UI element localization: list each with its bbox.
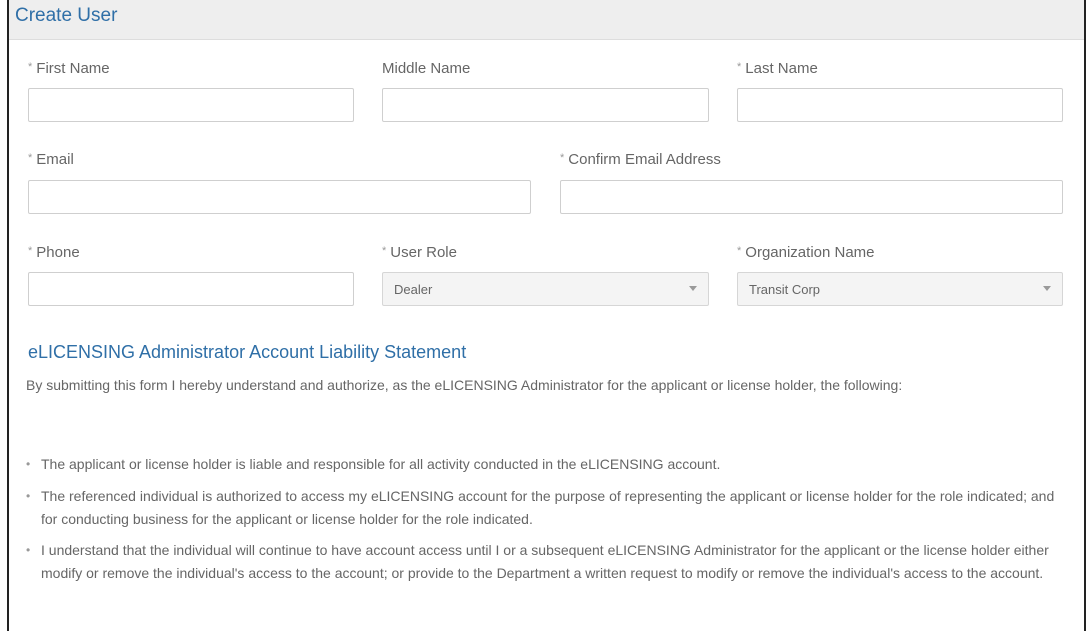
confirm-email-label-text: Confirm Email Address: [568, 151, 721, 168]
list-item: • I understand that the individual will …: [26, 539, 1066, 585]
organization-selected-value: Transit Corp: [749, 282, 821, 297]
required-marker: *: [28, 245, 33, 257]
email-label-text: Email: [36, 151, 74, 168]
last-name-label: * Last Name: [737, 60, 818, 77]
user-role-selected-value: Dealer: [394, 282, 433, 297]
list-item-text: The referenced individual is authorized …: [41, 488, 1055, 527]
first-name-label-text: First Name: [36, 60, 110, 77]
list-item-text: I understand that the individual will co…: [41, 542, 1049, 581]
required-marker: *: [28, 152, 33, 164]
required-marker: *: [737, 245, 742, 257]
required-marker: *: [382, 245, 387, 257]
required-marker: *: [560, 152, 565, 164]
email-label: * Email: [28, 151, 74, 168]
bullet-icon: •: [26, 457, 31, 471]
first-name-input[interactable]: [28, 88, 354, 122]
middle-name-input[interactable]: [382, 88, 709, 122]
list-item: • The referenced individual is authorize…: [26, 485, 1066, 531]
required-marker: *: [737, 61, 742, 73]
required-marker: *: [28, 61, 33, 73]
email-input[interactable]: [28, 180, 531, 214]
organization-select[interactable]: Transit Corp: [737, 272, 1063, 306]
chevron-down-icon: [1043, 286, 1051, 291]
user-role-label: * User Role: [382, 244, 457, 261]
phone-label: * Phone: [28, 244, 80, 261]
bullet-icon: •: [26, 543, 31, 557]
last-name-input[interactable]: [737, 88, 1063, 122]
user-role-label-text: User Role: [390, 244, 457, 261]
list-item-text: The applicant or license holder is liabl…: [41, 456, 721, 472]
liability-statement-title: eLICENSING Administrator Account Liabili…: [28, 342, 467, 362]
page-title: Create User: [15, 5, 118, 26]
middle-name-label-text: Middle Name: [382, 60, 471, 77]
organization-label-text: Organization Name: [745, 244, 875, 261]
confirm-email-label: * Confirm Email Address: [560, 151, 721, 168]
confirm-email-input[interactable]: [560, 180, 1063, 214]
user-role-select[interactable]: Dealer: [382, 272, 709, 306]
panel-header: Create User: [9, 0, 1084, 40]
last-name-label-text: Last Name: [745, 60, 818, 77]
bullet-icon: •: [26, 489, 31, 503]
liability-statement-intro: By submitting this form I hereby underst…: [26, 377, 903, 393]
list-item: • The applicant or license holder is lia…: [26, 453, 1066, 476]
organization-label: * Organization Name: [737, 244, 875, 261]
first-name-label: * First Name: [28, 60, 110, 77]
phone-input[interactable]: [28, 272, 354, 306]
phone-label-text: Phone: [36, 244, 80, 261]
middle-name-label: Middle Name: [382, 60, 470, 77]
chevron-down-icon: [689, 286, 697, 291]
